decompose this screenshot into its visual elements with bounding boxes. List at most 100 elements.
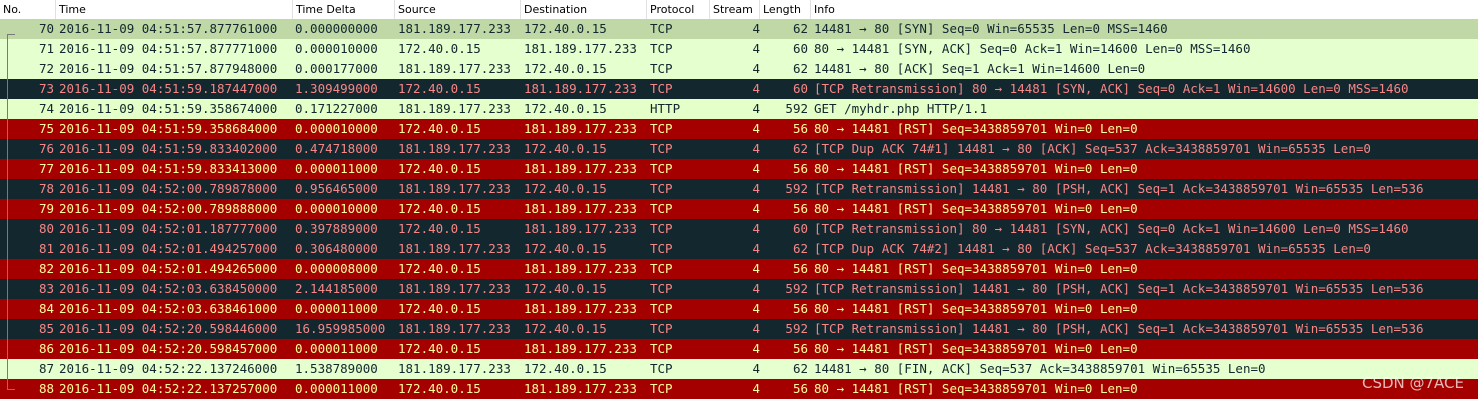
packet-length: 56: [792, 341, 808, 356]
packet-row[interactable]: 80 2016-11-09 04:52:01.187777000 0.3978890…: [0, 219, 1478, 239]
packet-number: 79: [38, 201, 54, 216]
packet-time-delta: 0.956465000: [295, 181, 378, 196]
packet-number: 71: [38, 41, 54, 56]
column-header-stream[interactable]: Stream: [710, 0, 760, 19]
packet-info: [TCP Retransmission] 14481 → 80 [PSH, AC…: [814, 181, 1424, 196]
packet-stream: 4: [752, 141, 760, 156]
column-header-source[interactable]: Source: [395, 0, 521, 19]
packet-length: 56: [792, 301, 808, 316]
packet-row[interactable]: 74 2016-11-09 04:51:59.358674000 0.1712270…: [0, 99, 1478, 119]
column-header-no[interactable]: No.: [0, 0, 56, 19]
packet-row[interactable]: 78 2016-11-09 04:52:00.789878000 0.9564650…: [0, 179, 1478, 199]
packet-destination: 181.189.177.233: [524, 341, 637, 356]
packet-time-delta: 0.306480000: [295, 241, 378, 256]
packet-source: 172.40.0.15: [398, 161, 481, 176]
packet-number: 73: [38, 81, 54, 96]
packet-stream: 4: [752, 241, 760, 256]
packet-time: 2016-11-09 04:51:59.833413000: [59, 161, 278, 176]
packet-destination: 181.189.177.233: [524, 381, 637, 396]
packet-time: 2016-11-09 04:52:20.598446000: [59, 321, 278, 336]
packet-stream: 4: [752, 201, 760, 216]
packet-row[interactable]: 86 2016-11-09 04:52:20.598457000 0.0000110…: [0, 339, 1478, 359]
column-header-destination[interactable]: Destination: [521, 0, 647, 19]
packet-time: 2016-11-09 04:52:03.638461000: [59, 301, 278, 316]
packet-source: 172.40.0.15: [398, 121, 481, 136]
packet-protocol: TCP: [650, 161, 673, 176]
packet-time-delta: 0.000011000: [295, 301, 378, 316]
packet-row[interactable]: 76 2016-11-09 04:51:59.833402000 0.4747180…: [0, 139, 1478, 159]
packet-stream: 4: [752, 41, 760, 56]
packet-destination: 181.189.177.233: [524, 301, 637, 316]
packet-row[interactable]: 73 2016-11-09 04:51:59.187447000 1.3094990…: [0, 79, 1478, 99]
packet-time: 2016-11-09 04:52:22.137257000: [59, 381, 278, 396]
packet-row[interactable]: 82 2016-11-09 04:52:01.494265000 0.0000080…: [0, 259, 1478, 279]
packet-time-delta: 0.000000000: [295, 21, 378, 36]
conversation-bracket-bottom: [7, 389, 15, 390]
packet-row[interactable]: 81 2016-11-09 04:52:01.494257000 0.3064800…: [0, 239, 1478, 259]
packet-protocol: TCP: [650, 201, 673, 216]
packet-protocol: TCP: [650, 261, 673, 276]
packet-info: GET /myhdr.php HTTP/1.1: [814, 101, 988, 116]
packet-protocol: TCP: [650, 341, 673, 356]
packet-row[interactable]: 83 2016-11-09 04:52:03.638450000 2.1441850…: [0, 279, 1478, 299]
packet-length: 56: [792, 261, 808, 276]
packet-destination: 181.189.177.233: [524, 161, 637, 176]
packet-protocol: TCP: [650, 241, 673, 256]
packet-stream: 4: [752, 101, 760, 116]
packet-info: [TCP Dup ACK 74#2] 14481 → 80 [ACK] Seq=…: [814, 241, 1371, 256]
packet-row[interactable]: 79 2016-11-09 04:52:00.789888000 0.0000100…: [0, 199, 1478, 219]
column-header-time[interactable]: Time: [56, 0, 293, 19]
packet-protocol: TCP: [650, 141, 673, 156]
packet-protocol: TCP: [650, 221, 673, 236]
packet-protocol: TCP: [650, 61, 673, 76]
packet-destination: 181.189.177.233: [524, 201, 637, 216]
column-header-protocol[interactable]: Protocol: [647, 0, 710, 19]
packet-number: 78: [38, 181, 54, 196]
packet-info: [TCP Dup ACK 74#1] 14481 → 80 [ACK] Seq=…: [814, 141, 1371, 156]
packet-stream: 4: [752, 281, 760, 296]
packet-stream: 4: [752, 121, 760, 136]
column-header-info[interactable]: Info: [811, 0, 1478, 19]
packet-row[interactable]: 70 2016-11-09 04:51:57.877761000 0.0000000…: [0, 19, 1478, 39]
packet-destination: 172.40.0.15: [524, 101, 607, 116]
packet-time-delta: 0.000011000: [295, 161, 378, 176]
packet-protocol: TCP: [650, 281, 673, 296]
packet-info: [TCP Retransmission] 14481 → 80 [PSH, AC…: [814, 281, 1424, 296]
packet-row[interactable]: 87 2016-11-09 04:52:22.137246000 1.5387890…: [0, 359, 1478, 379]
packet-destination: 181.189.177.233: [524, 261, 637, 276]
packet-time-delta: 0.397889000: [295, 221, 378, 236]
column-header-length[interactable]: Length: [760, 0, 811, 19]
packet-row[interactable]: 84 2016-11-09 04:52:03.638461000 0.0000110…: [0, 299, 1478, 319]
packet-time-delta: 1.309499000: [295, 81, 378, 96]
packet-row[interactable]: 85 2016-11-09 04:52:20.598446000 16.959985…: [0, 319, 1478, 339]
packet-source: 181.189.177.233: [398, 61, 511, 76]
packet-time: 2016-11-09 04:52:03.638450000: [59, 281, 278, 296]
packet-number: 82: [38, 261, 54, 276]
packet-stream: 4: [752, 21, 760, 36]
packet-row[interactable]: 72 2016-11-09 04:51:57.877948000 0.0001770…: [0, 59, 1478, 79]
packet-stream: 4: [752, 221, 760, 236]
packet-destination: 172.40.0.15: [524, 321, 607, 336]
packet-length: 62: [792, 361, 808, 376]
packet-source: 172.40.0.15: [398, 201, 481, 216]
packet-row[interactable]: 71 2016-11-09 04:51:57.877771000 0.0000100…: [0, 39, 1478, 59]
packet-time-delta: 0.000010000: [295, 41, 378, 56]
packet-number: 81: [38, 241, 54, 256]
packet-destination: 172.40.0.15: [524, 361, 607, 376]
packet-protocol: TCP: [650, 321, 673, 336]
packet-info: 80 → 14481 [RST] Seq=3438859701 Win=0 Le…: [814, 201, 1138, 216]
packet-stream: 4: [752, 81, 760, 96]
packet-number: 86: [38, 341, 54, 356]
packet-stream: 4: [752, 341, 760, 356]
packet-length: 60: [792, 221, 808, 236]
packet-row[interactable]: 75 2016-11-09 04:51:59.358684000 0.0000100…: [0, 119, 1478, 139]
packet-row[interactable]: 77 2016-11-09 04:51:59.833413000 0.0000110…: [0, 159, 1478, 179]
packet-time-delta: 2.144185000: [295, 281, 378, 296]
packet-protocol: TCP: [650, 301, 673, 316]
packet-time: 2016-11-09 04:51:59.833402000: [59, 141, 278, 156]
packet-source: 181.189.177.233: [398, 141, 511, 156]
packet-info: 80 → 14481 [RST] Seq=3438859701 Win=0 Le…: [814, 121, 1138, 136]
column-header-time-delta[interactable]: Time Delta: [293, 0, 395, 19]
packet-destination: 181.189.177.233: [524, 221, 637, 236]
packet-row[interactable]: 88 2016-11-09 04:52:22.137257000 0.0000110…: [0, 379, 1478, 399]
